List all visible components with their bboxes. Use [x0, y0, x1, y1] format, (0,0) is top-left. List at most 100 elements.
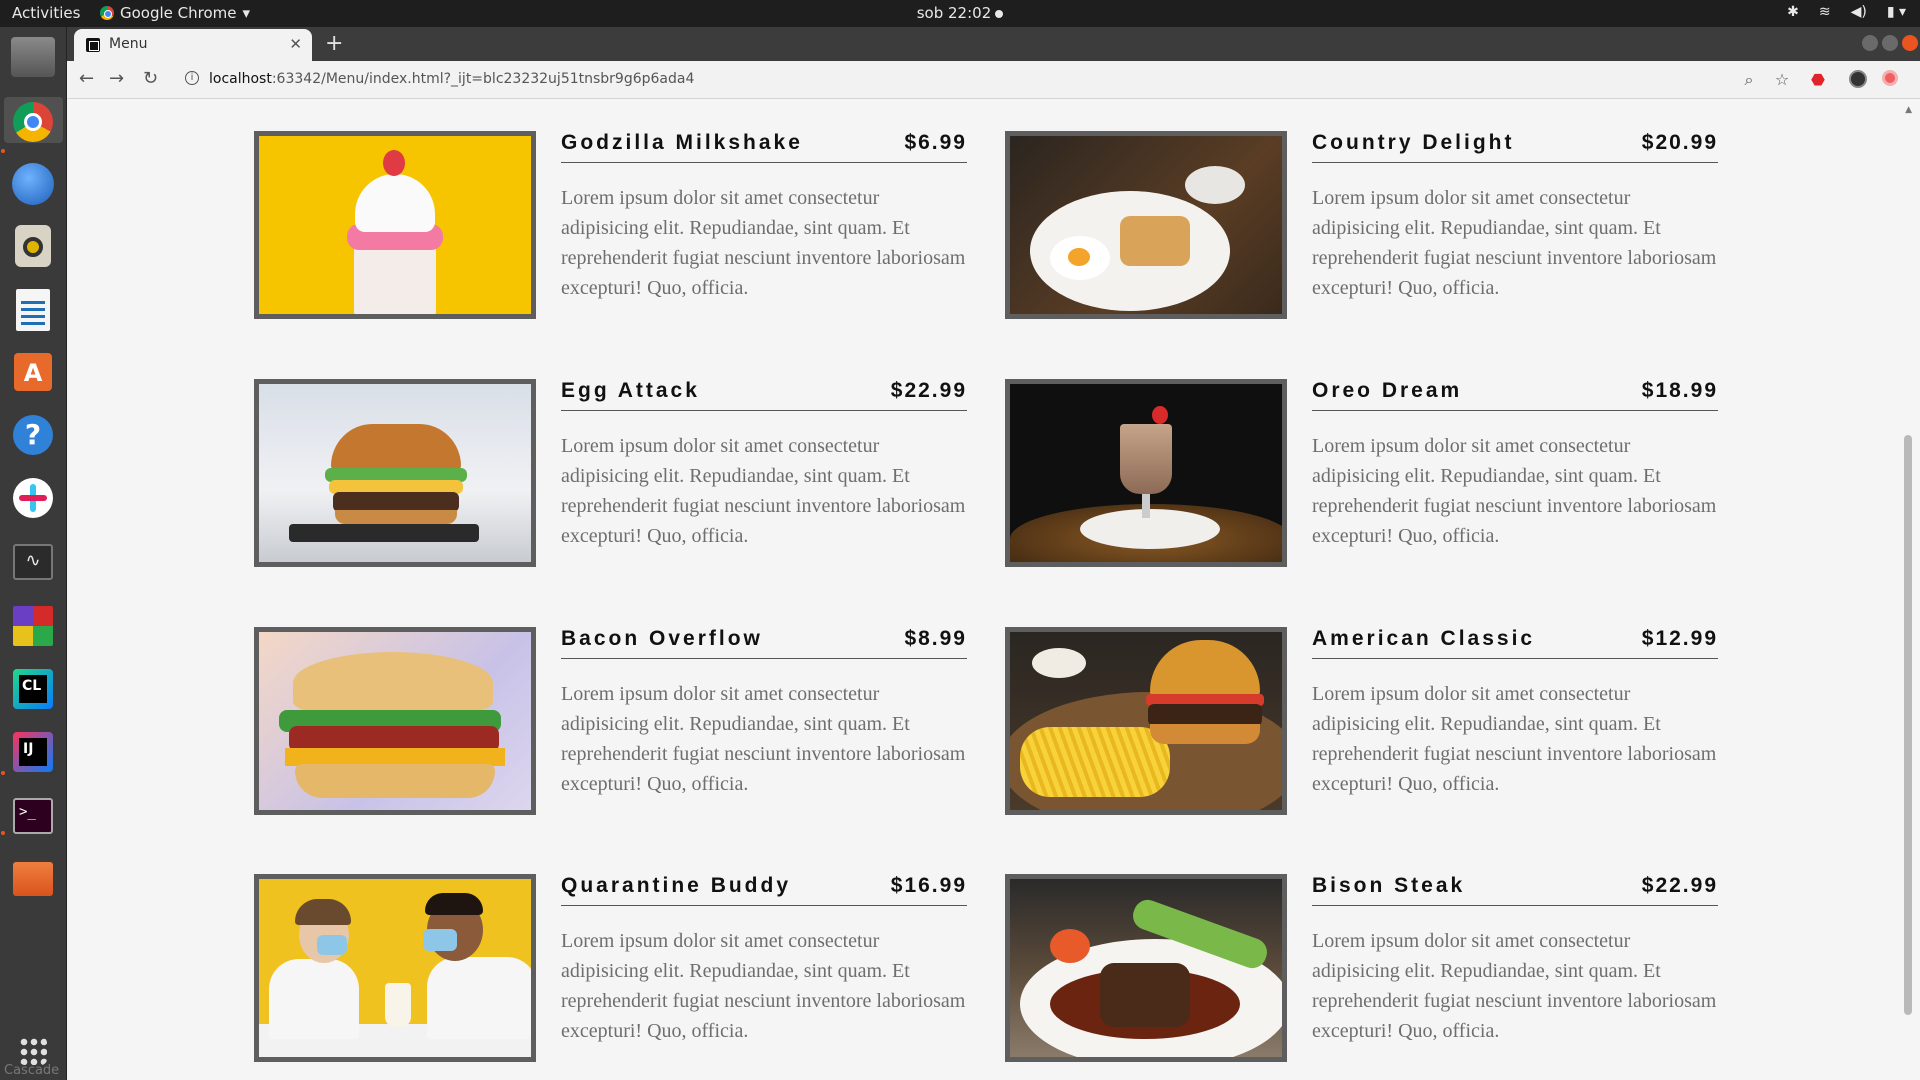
item-price: $20.99	[1641, 131, 1718, 154]
item-price: $16.99	[890, 874, 967, 897]
extension-icon[interactable]	[1882, 70, 1902, 90]
close-window-button[interactable]	[1902, 35, 1918, 51]
dock-label: Cascade	[4, 1063, 60, 1078]
item-name: Egg Attack	[561, 379, 700, 402]
chrome-icon	[13, 102, 53, 142]
activities-button[interactable]: Activities	[12, 4, 80, 22]
dock-rhythmbox[interactable]	[10, 223, 56, 269]
item-description: Lorem ipsum dolor sit amet consectetur a…	[1312, 930, 1717, 1042]
browser-toolbar: ← → ↻ i localhost:63342/Menu/index.html?…	[67, 61, 1920, 99]
item-price: $6.99	[904, 131, 967, 154]
item-price: $18.99	[1641, 379, 1718, 402]
menu-item-egg-attack: Egg Attack $22.99 Lorem ipsum dolor sit …	[254, 379, 991, 569]
address-bar[interactable]: i localhost:63342/Menu/index.html?_ijt=b…	[175, 65, 1765, 95]
item-description: Lorem ipsum dolor sit amet consectetur a…	[561, 187, 966, 299]
dock-intellij[interactable]: IJ	[10, 729, 56, 775]
couple-milkshake-photo	[254, 874, 536, 1062]
browser-window: Menu ✕ + ← → ↻ i localhost:63342/Menu/in…	[67, 27, 1920, 1080]
steak-photo	[1005, 874, 1287, 1062]
dock-help[interactable]: ?	[10, 412, 56, 458]
dock-thunderbird[interactable]	[10, 161, 56, 207]
item-header: American Classic $12.99	[1312, 627, 1718, 659]
menu-item-godzilla-milkshake: Godzilla Milkshake $6.99 Lorem ipsum dol…	[254, 131, 991, 321]
intellij-favicon-icon	[86, 38, 100, 52]
oreo-shake-photo	[1005, 379, 1287, 567]
dock-clion[interactable]: CL	[10, 666, 56, 712]
tab-strip: Menu ✕ +	[67, 27, 1920, 61]
dock-slack[interactable]	[10, 475, 56, 521]
zoom-icon[interactable]: ⌕	[1739, 70, 1759, 90]
maximize-button[interactable]	[1882, 35, 1898, 51]
tab-title: Menu	[109, 36, 148, 52]
clion-icon: CL	[13, 669, 53, 709]
item-header: Country Delight $20.99	[1312, 131, 1718, 163]
item-description: Lorem ipsum dolor sit amet consectetur a…	[1312, 683, 1717, 795]
dock-files-cabinet[interactable]	[10, 35, 56, 81]
item-header: Quarantine Buddy $16.99	[561, 874, 967, 906]
breakfast-photo	[1005, 131, 1287, 319]
menu-item-bison-steak: Bison Steak $22.99 Lorem ipsum dolor sit…	[1005, 874, 1742, 1064]
burger-egg-photo	[254, 379, 536, 567]
close-tab-icon[interactable]: ✕	[289, 35, 302, 53]
scrollbar-thumb[interactable]	[1904, 435, 1912, 1015]
item-header: Bison Steak $22.99	[1312, 874, 1718, 906]
minimize-button[interactable]	[1862, 35, 1878, 51]
site-info-icon[interactable]: i	[185, 71, 199, 85]
clock[interactable]: sob 22:02	[917, 4, 1004, 22]
dock-system-monitor[interactable]: ∿	[10, 539, 56, 585]
dock-chrome[interactable]	[4, 97, 63, 143]
item-name: Bacon Overflow	[561, 627, 763, 650]
item-header: Bacon Overflow $8.99	[561, 627, 967, 659]
intellij-icon: IJ	[13, 732, 53, 772]
notification-dot-icon	[995, 9, 1004, 18]
grid-icon	[19, 1037, 47, 1065]
item-description: Lorem ipsum dolor sit amet consectetur a…	[1312, 435, 1717, 547]
menu-item-quarantine-buddy: Quarantine Buddy $16.99 Lorem ipsum dolo…	[254, 874, 991, 1064]
dock-mosaic-app[interactable]	[10, 603, 56, 649]
forward-button[interactable]: →	[109, 68, 124, 89]
adblock-extension-icon[interactable]: ⬣	[1808, 70, 1828, 90]
menu-item-bacon-overflow: Bacon Overflow $8.99 Lorem ipsum dolor s…	[254, 627, 991, 817]
menu-item-oreo-dream: Oreo Dream $18.99 Lorem ipsum dolor sit …	[1005, 379, 1742, 569]
app-menu-label: Google Chrome	[120, 4, 237, 22]
terminal-icon: >_	[13, 798, 53, 834]
activity-icon: ∿	[13, 544, 53, 580]
chevron-down-icon: ▾	[242, 4, 251, 22]
menu-item-american-classic: American Classic $12.99 Lorem ipsum dolo…	[1005, 627, 1742, 817]
speaker-icon	[15, 225, 51, 267]
tab-menu[interactable]: Menu ✕	[74, 29, 312, 61]
slack-icon	[13, 478, 53, 518]
scrollbar[interactable]: ▲	[1904, 99, 1914, 1080]
profile-avatar[interactable]	[1849, 70, 1869, 90]
help-icon: ?	[13, 415, 53, 455]
item-header: Godzilla Milkshake $6.99	[561, 131, 967, 163]
color-blocks-icon	[13, 606, 53, 646]
wifi-icon: ≋	[1818, 4, 1831, 20]
item-name: Country Delight	[1312, 131, 1515, 154]
chrome-icon	[100, 6, 114, 20]
folder-icon	[13, 862, 53, 896]
item-name: Quarantine Buddy	[561, 874, 792, 897]
item-description: Lorem ipsum dolor sit amet consectetur a…	[561, 435, 966, 547]
bookmark-star-icon[interactable]: ☆	[1772, 70, 1792, 90]
app-menu[interactable]: Google Chrome ▾	[100, 4, 250, 22]
document-icon	[16, 289, 50, 331]
item-description: Lorem ipsum dolor sit amet consectetur a…	[561, 930, 966, 1042]
menu-item-country-delight: Country Delight $20.99 Lorem ipsum dolor…	[1005, 131, 1742, 321]
back-button[interactable]: ←	[79, 68, 94, 89]
new-tab-button[interactable]: +	[325, 31, 343, 56]
dock-files[interactable]	[10, 856, 56, 902]
dock-writer[interactable]	[10, 287, 56, 333]
scroll-up-arrow-icon[interactable]: ▲	[1905, 105, 1912, 115]
item-price: $22.99	[1641, 874, 1718, 897]
reload-button[interactable]: ↻	[143, 68, 158, 89]
dock: A ? ∿ CL IJ >_ Cascade	[0, 27, 67, 1080]
page-viewport[interactable]: ▲ Godzilla Milkshake $6.99 Lorem ipsum d…	[67, 99, 1920, 1080]
dock-software-center[interactable]: A	[10, 349, 56, 395]
item-header: Egg Attack $22.99	[561, 379, 967, 411]
dock-terminal[interactable]: >_	[10, 793, 56, 839]
file-cabinet-icon	[11, 37, 55, 77]
bluetooth-icon: ✱	[1787, 4, 1799, 20]
system-tray[interactable]: ✱ ≋ ◀) ▮ ▾	[1787, 4, 1906, 20]
url-text: localhost:63342/Menu/index.html?_ijt=blc…	[209, 71, 695, 87]
